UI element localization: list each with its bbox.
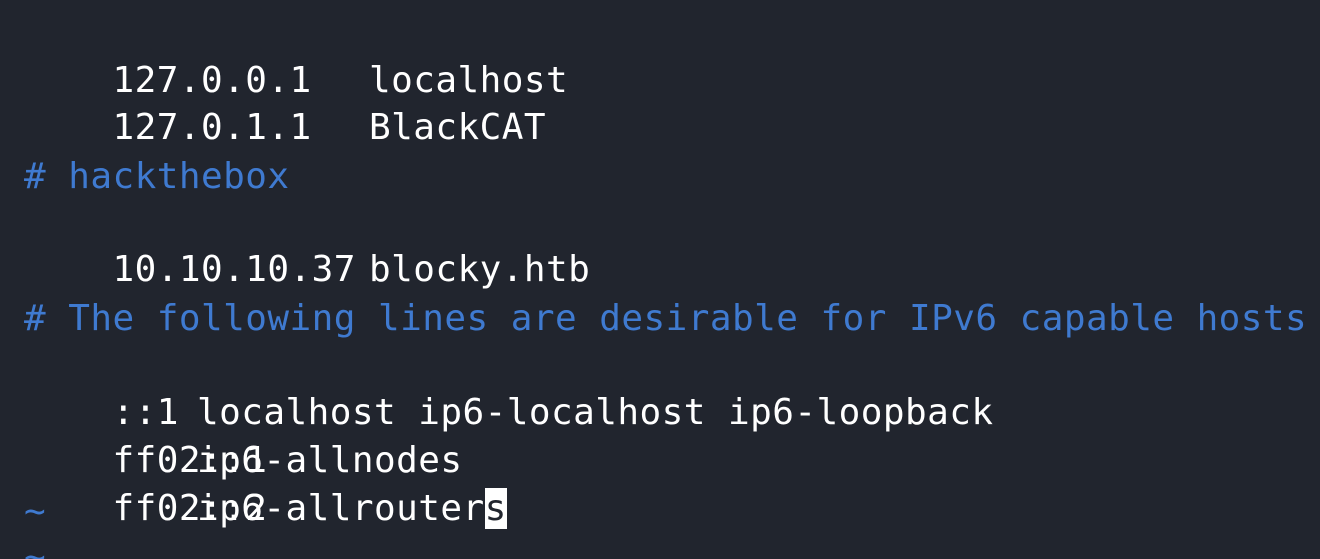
hostname: blocky.htb: [369, 249, 591, 290]
hosts-line-3: 10.10.10.37 blocky.htb: [24, 199, 590, 290]
hostname: localhost: [369, 60, 569, 101]
ip-address: 127.0.1.1: [112, 107, 312, 148]
comment-hackthebox: # hackthebox: [24, 156, 290, 197]
hosts-line-6: ff02::2 ip6-allrouters: [24, 438, 507, 529]
hostname: BlackCAT: [369, 107, 546, 148]
hosts-line-4: ::1 localhost ip6-localhost ip6-loopback: [24, 342, 994, 433]
hostname-text: ip6-allrouter: [197, 488, 485, 529]
text-cursor: s: [484, 488, 507, 529]
hosts-line-2: 127.0.1.1 BlackCAT: [24, 57, 546, 148]
hostname: localhost ip6-localhost ip6-loopback: [197, 392, 994, 433]
empty-line-tilde-1: ~: [24, 491, 47, 532]
hosts-line-1: 127.0.0.1 localhost: [24, 10, 568, 101]
hosts-line-5: ff02::1 ip6-allnodes: [24, 390, 463, 481]
ip-address: 10.10.10.37: [112, 249, 356, 290]
comment-ipv6: # The following lines are desirable for …: [24, 298, 1308, 339]
vim-editor[interactable]: 127.0.0.1 localhost 127.0.1.1 BlackCAT # h…: [0, 0, 1320, 559]
empty-line-tilde-2: ~: [24, 537, 47, 559]
hostname: ip6-allrouters: [197, 485, 507, 532]
